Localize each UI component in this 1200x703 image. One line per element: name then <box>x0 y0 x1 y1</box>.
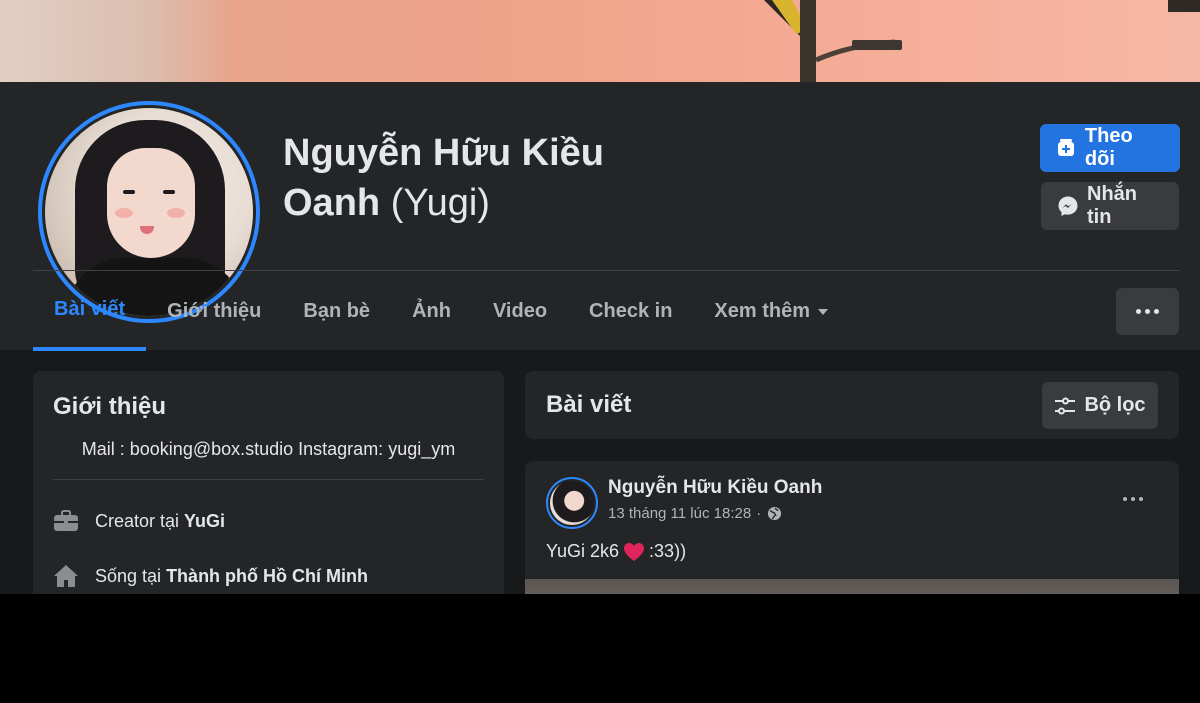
cover-photo[interactable] <box>0 0 1200 82</box>
follow-button[interactable]: Theo dõi <box>1040 124 1180 172</box>
post-more-button[interactable] <box>1115 485 1151 513</box>
profile-name-line1: Nguyễn Hữu Kiều <box>283 132 604 174</box>
briefcase-icon <box>53 508 79 534</box>
cover-art <box>764 0 1200 82</box>
post-meta-separator: · <box>756 505 762 522</box>
intro-work-prefix: Creator tại <box>95 510 180 531</box>
intro-live-prefix: Sống tại <box>95 565 162 586</box>
follow-plus-icon <box>1056 137 1077 159</box>
follow-label: Theo dõi <box>1084 125 1133 170</box>
more-dots-icon <box>1136 309 1159 314</box>
intro-divider <box>53 479 484 480</box>
intro-title: Giới thiệu <box>53 393 167 420</box>
tab-about[interactable]: Giới thiệu <box>146 281 282 341</box>
post-text-end: :33)) <box>649 541 687 561</box>
intro-card: Giới thiệu Mail : booking@box.studio Ins… <box>33 371 504 594</box>
tab-label: Video <box>492 299 548 322</box>
home-icon <box>53 563 79 589</box>
tab-photos[interactable]: Ảnh <box>391 281 472 341</box>
tab-label: Bài viết <box>54 297 126 320</box>
filter-button[interactable]: Bộ lọc <box>1042 382 1158 429</box>
post-media[interactable] <box>525 579 1179 594</box>
profile-more-button[interactable] <box>1116 288 1179 335</box>
tab-posts[interactable]: Bài viết <box>33 281 147 351</box>
post-meta: 13 tháng 11 lúc 18:28 · <box>608 505 782 522</box>
tab-more[interactable]: Xem thêm <box>693 281 849 341</box>
posts-header-card: Bài viết Bộ lọc <box>525 371 1179 439</box>
tab-label: Ảnh <box>412 299 451 322</box>
header-divider <box>33 270 1180 271</box>
posts-title: Bài viết <box>546 391 632 418</box>
profile-name: Nguyễn Hữu Kiều Oanh (Yugi) <box>283 128 703 228</box>
profile-page: Nguyễn Hữu Kiều Oanh (Yugi) Theo dõi Nhắ… <box>0 0 1200 594</box>
caret-down-icon <box>818 309 828 315</box>
filter-icon <box>1054 396 1076 416</box>
tab-label: Xem thêm <box>714 299 810 322</box>
message-button[interactable]: Nhắn tin <box>1041 182 1179 230</box>
messenger-icon <box>1057 195 1079 217</box>
post-card: Nguyễn Hữu Kiều Oanh 13 tháng 11 lúc 18:… <box>525 461 1179 594</box>
tab-label: Check in <box>589 299 673 322</box>
intro-live-place[interactable]: Thành phố Hồ Chí Minh <box>166 566 368 587</box>
intro-bio: Mail : booking@box.studio Instagram: yug… <box>81 439 456 459</box>
post-author-name[interactable]: Nguyễn Hữu Kiều Oanh <box>608 477 822 499</box>
tab-friends[interactable]: Bạn bè <box>282 281 391 341</box>
intro-work-place[interactable]: YuGi <box>184 511 225 532</box>
tab-videos[interactable]: Video <box>472 281 568 341</box>
profile-alternate-name: (Yugi) <box>390 182 490 224</box>
post-timestamp[interactable]: 13 tháng 11 lúc 18:28 <box>608 505 751 522</box>
intro-live-row: Sống tại Thành phố Hồ Chí Minh <box>53 563 368 589</box>
filter-label: Bộ lọc <box>1084 394 1146 416</box>
heart-icon <box>623 542 645 562</box>
message-label: Nhắn tin <box>1087 183 1137 228</box>
tab-label: Giới thiệu <box>167 299 262 322</box>
post-text: YuGi 2k6 :33)) <box>546 541 686 562</box>
globe-icon <box>767 506 782 521</box>
intro-work-row: Creator tại YuGi <box>53 508 225 534</box>
profile-tabs: Bài viết Giới thiệu Bạn bè Ảnh Video Che… <box>33 281 849 351</box>
post-text-start: YuGi 2k6 <box>546 541 620 561</box>
tab-label: Bạn bè <box>303 299 371 322</box>
post-author-avatar[interactable] <box>546 477 598 529</box>
more-dots-icon <box>1123 497 1143 501</box>
tab-checkins[interactable]: Check in <box>568 281 693 341</box>
profile-header: Nguyễn Hữu Kiều Oanh (Yugi) Theo dõi Nhắ… <box>0 82 1200 351</box>
profile-name-line2: Oanh <box>283 182 381 224</box>
